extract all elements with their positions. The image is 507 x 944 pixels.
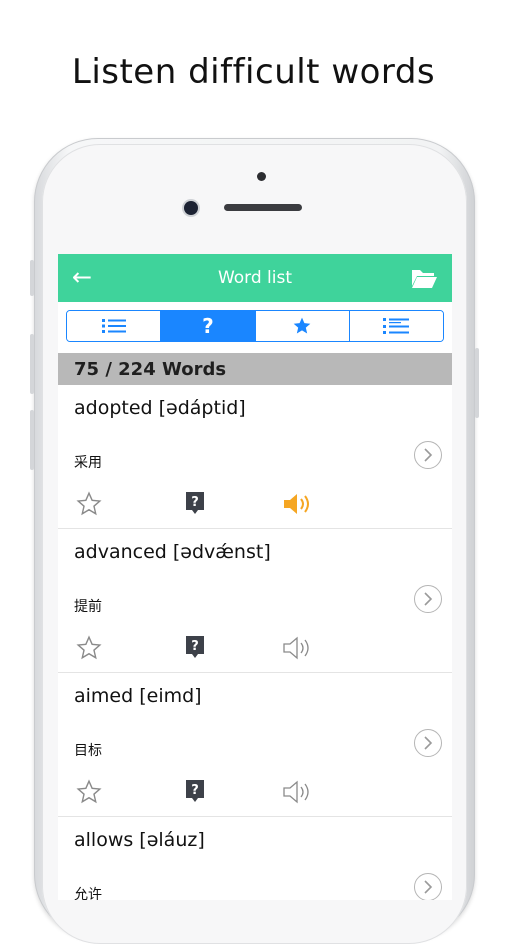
star-outline-icon[interactable] <box>76 635 102 661</box>
word-meaning: 采用 <box>74 455 102 471</box>
power-button <box>475 348 479 418</box>
list-item[interactable]: adopted [ədáptid] 采用 ? <box>58 385 452 529</box>
question-box-icon[interactable]: ? <box>184 635 206 659</box>
list-item[interactable]: advanced [ədvǽnst] 提前 ? <box>58 529 452 673</box>
svg-text:?: ? <box>191 495 199 510</box>
word-headword: adopted [ədáptid] <box>74 397 246 419</box>
question-box-icon[interactable]: ? <box>184 491 206 515</box>
speaker-icon[interactable] <box>282 779 316 805</box>
app-screen: ← Word list ? 75 / 224 Words adopted [əd… <box>58 254 452 900</box>
list-icon <box>101 319 126 333</box>
word-headword: advanced [ədvǽnst] <box>74 541 271 563</box>
star-outline-icon[interactable] <box>76 491 102 517</box>
tab-star[interactable] <box>255 311 350 341</box>
word-meaning: 允许 <box>74 887 102 900</box>
chevron-right-icon[interactable] <box>414 585 442 613</box>
page-title: Word list <box>217 268 293 288</box>
volume-up-button <box>30 334 34 394</box>
promo-title: Listen difficult words <box>71 52 436 92</box>
word-meaning: 目标 <box>74 743 102 759</box>
word-count-bar: 75 / 224 Words <box>58 353 452 385</box>
detail-list-icon <box>383 318 410 334</box>
speaker-active-icon[interactable] <box>282 491 316 517</box>
chevron-right-icon[interactable] <box>414 873 442 900</box>
mute-switch <box>30 260 34 296</box>
svg-text:?: ? <box>191 639 199 654</box>
word-headword: allows [əláuz] <box>74 829 205 851</box>
earpiece-speaker <box>224 204 302 211</box>
folder-open-icon[interactable] <box>410 266 438 290</box>
word-meaning: 提前 <box>74 599 102 615</box>
tab-question[interactable]: ? <box>161 311 256 341</box>
front-camera <box>184 201 198 215</box>
tab-detail-list[interactable] <box>349 311 443 341</box>
tab-list[interactable] <box>67 311 162 341</box>
chevron-right-icon[interactable] <box>414 729 442 757</box>
word-headword: aimed [eimd] <box>74 685 202 707</box>
word-count: 75 / 224 Words <box>74 359 227 380</box>
question-icon: ? <box>202 314 214 338</box>
list-item[interactable]: aimed [eimd] 目标 ? <box>58 673 452 817</box>
list-item[interactable]: allows [əláuz] 允许 <box>58 817 452 900</box>
svg-text:?: ? <box>191 783 199 798</box>
proximity-sensor <box>257 172 266 181</box>
filter-segments: ? <box>66 310 444 342</box>
volume-down-button <box>30 410 34 470</box>
question-box-icon[interactable]: ? <box>184 779 206 803</box>
speaker-icon[interactable] <box>282 635 316 661</box>
star-outline-icon[interactable] <box>76 779 102 805</box>
top-bar: ← Word list <box>58 254 452 302</box>
chevron-right-icon[interactable] <box>414 441 442 469</box>
star-icon <box>293 317 311 334</box>
